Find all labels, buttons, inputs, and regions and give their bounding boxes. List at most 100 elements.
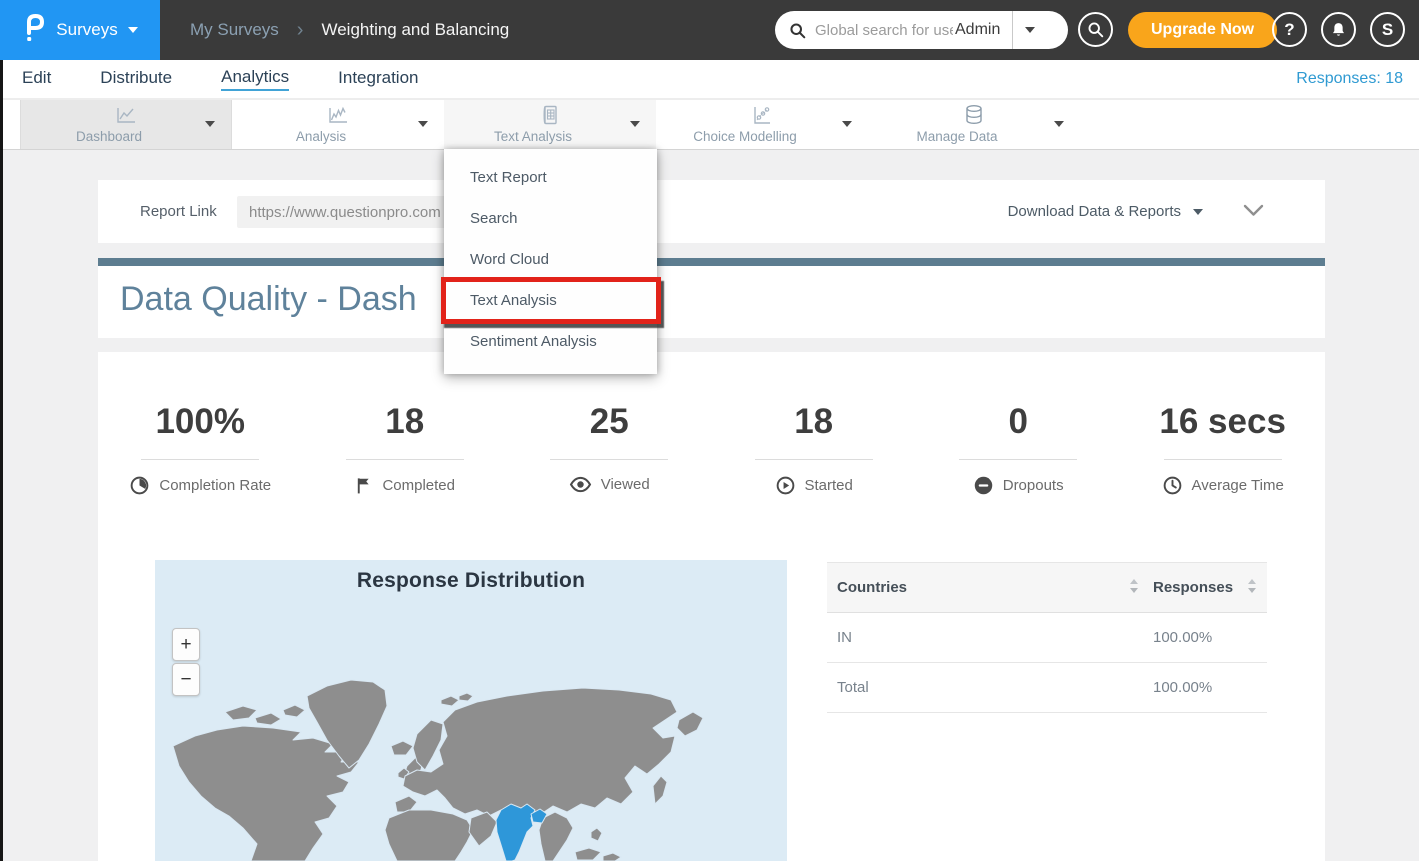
breadcrumb-my-surveys[interactable]: My Surveys xyxy=(190,20,279,40)
responses-cell: 100.00% xyxy=(1153,679,1257,696)
menu-item-sentiment-analysis[interactable]: Sentiment Analysis xyxy=(444,321,657,362)
stat-label: Dropouts xyxy=(1003,477,1064,494)
breadcrumb-separator: › xyxy=(297,19,304,42)
countries-table: Countries Responses xyxy=(827,562,1267,713)
line-chart-icon xyxy=(21,103,231,127)
chevron-down-icon xyxy=(205,121,215,127)
tab-manage-data[interactable]: Manage Data xyxy=(868,100,1080,149)
tab-label: Manage Data xyxy=(868,129,1046,144)
tab-label: Choice Modelling xyxy=(656,129,834,144)
upgrade-now-button[interactable]: Upgrade Now xyxy=(1128,12,1277,48)
chevron-down-icon xyxy=(1193,209,1203,215)
table-header-row: Countries Responses xyxy=(827,562,1267,613)
chevron-down-icon xyxy=(842,121,852,127)
help-button[interactable]: ? xyxy=(1272,12,1307,47)
download-data-reports-menu[interactable]: Download Data & Reports xyxy=(1008,180,1203,243)
search-button[interactable] xyxy=(1078,12,1113,47)
scatter-chart-icon xyxy=(656,103,868,127)
nav-integration[interactable]: Integration xyxy=(338,68,418,90)
download-label: Download Data & Reports xyxy=(1008,203,1181,220)
play-circle-icon xyxy=(775,475,796,496)
questionpro-logo-icon xyxy=(22,13,46,48)
stat-viewed: 25 Viewed xyxy=(507,402,711,496)
stat-completion-rate: 100% Completion Rate xyxy=(98,402,302,496)
map-zoom-controls: + − xyxy=(172,628,200,696)
menu-item-text-report[interactable]: Text Report xyxy=(444,157,657,198)
survey-nav: Edit Distribute Analytics Integration Re… xyxy=(0,60,1419,98)
tab-text-analysis[interactable]: Text Analysis xyxy=(444,100,656,149)
top-header: Surveys My Surveys › Weighting and Balan… xyxy=(0,0,1419,60)
completion-rate-icon xyxy=(129,475,150,496)
menu-item-search[interactable]: Search xyxy=(444,198,657,239)
map-zoom-out-button[interactable]: − xyxy=(172,663,200,696)
tab-analysis[interactable]: Analysis xyxy=(232,100,444,149)
trend-chart-icon xyxy=(232,103,444,127)
responses-cell: 100.00% xyxy=(1153,629,1257,646)
report-link-label: Report Link xyxy=(140,180,217,243)
bell-icon xyxy=(1330,21,1347,39)
surveys-product-menu[interactable]: Surveys xyxy=(0,0,160,60)
stat-value: 18 xyxy=(711,402,915,442)
report-link-bar: Report Link Download Data & Reports xyxy=(98,180,1325,243)
nav-distribute[interactable]: Distribute xyxy=(100,68,172,90)
stat-completed: 18 Completed xyxy=(302,402,506,496)
stat-value: 16 secs xyxy=(1120,402,1324,442)
tab-label: Text Analysis xyxy=(444,129,622,144)
sort-icon[interactable] xyxy=(1129,578,1139,598)
responses-column-header[interactable]: Responses xyxy=(1153,578,1257,598)
search-scope-label[interactable]: Admin xyxy=(955,21,1000,39)
clock-icon xyxy=(1162,475,1183,496)
stat-label: Average Time xyxy=(1192,477,1284,494)
left-edge-strip xyxy=(0,60,3,861)
map-zoom-in-button[interactable]: + xyxy=(172,628,200,661)
stat-average-time: 16 secs Average Time xyxy=(1120,402,1324,496)
flag-icon xyxy=(354,475,373,496)
notifications-button[interactable] xyxy=(1321,12,1356,47)
eye-icon xyxy=(569,475,592,494)
global-search-input[interactable] xyxy=(815,22,953,39)
chevron-down-icon xyxy=(128,27,138,33)
text-report-icon xyxy=(444,103,656,127)
page-title-card: Data Quality - Dash xyxy=(98,258,1325,338)
stat-label: Viewed xyxy=(601,476,650,493)
breadcrumb: My Surveys › Weighting and Balancing xyxy=(190,0,509,60)
stat-value: 25 xyxy=(507,402,711,442)
survey-stats: 100% Completion Rate 18 xyxy=(98,402,1325,496)
stat-dropouts: 0 Dropouts xyxy=(916,402,1120,496)
chevron-down-icon xyxy=(1054,121,1064,127)
countries-column-header[interactable]: Countries xyxy=(837,578,1153,598)
avatar[interactable]: S xyxy=(1370,12,1405,47)
stat-label: Completion Rate xyxy=(159,477,271,494)
tab-label: Analysis xyxy=(232,129,410,144)
collapse-panel-chevron[interactable] xyxy=(1243,204,1264,222)
chevron-down-icon xyxy=(418,121,428,127)
nav-analytics[interactable]: Analytics xyxy=(221,67,289,91)
global-search: Admin xyxy=(775,11,1068,49)
stat-value: 100% xyxy=(98,402,302,442)
nav-edit[interactable]: Edit xyxy=(22,68,51,90)
table-row: IN 100.00% xyxy=(827,613,1267,663)
minus-circle-icon xyxy=(973,475,994,496)
search-icon xyxy=(789,22,806,39)
menu-item-text-analysis[interactable]: Text Analysis xyxy=(444,280,657,321)
text-analysis-dropdown: Text Report Search Word Cloud Text Analy… xyxy=(444,149,657,374)
stat-value: 0 xyxy=(916,402,1120,442)
page-title: Data Quality - Dash xyxy=(120,280,417,319)
tab-choice-modelling[interactable]: Choice Modelling xyxy=(656,100,868,149)
country-cell: IN xyxy=(837,629,1153,646)
sort-icon[interactable] xyxy=(1247,578,1257,598)
search-scope-dropdown-icon[interactable] xyxy=(1025,27,1035,33)
search-icon xyxy=(1087,21,1104,38)
accent-bar xyxy=(98,258,1325,266)
divider xyxy=(1012,11,1013,49)
world-map-svg[interactable] xyxy=(155,560,787,861)
stat-label: Completed xyxy=(382,477,455,494)
column-label: Countries xyxy=(837,579,907,596)
responses-count: Responses: 18 xyxy=(1296,60,1403,98)
tab-dashboard[interactable]: Dashboard xyxy=(20,100,232,149)
menu-item-word-cloud[interactable]: Word Cloud xyxy=(444,239,657,280)
questionpro-app: Surveys My Surveys › Weighting and Balan… xyxy=(0,0,1419,861)
column-label: Responses xyxy=(1153,579,1233,596)
response-distribution-map[interactable]: Response Distribution + − xyxy=(155,560,787,861)
avatar-initial: S xyxy=(1382,20,1393,40)
